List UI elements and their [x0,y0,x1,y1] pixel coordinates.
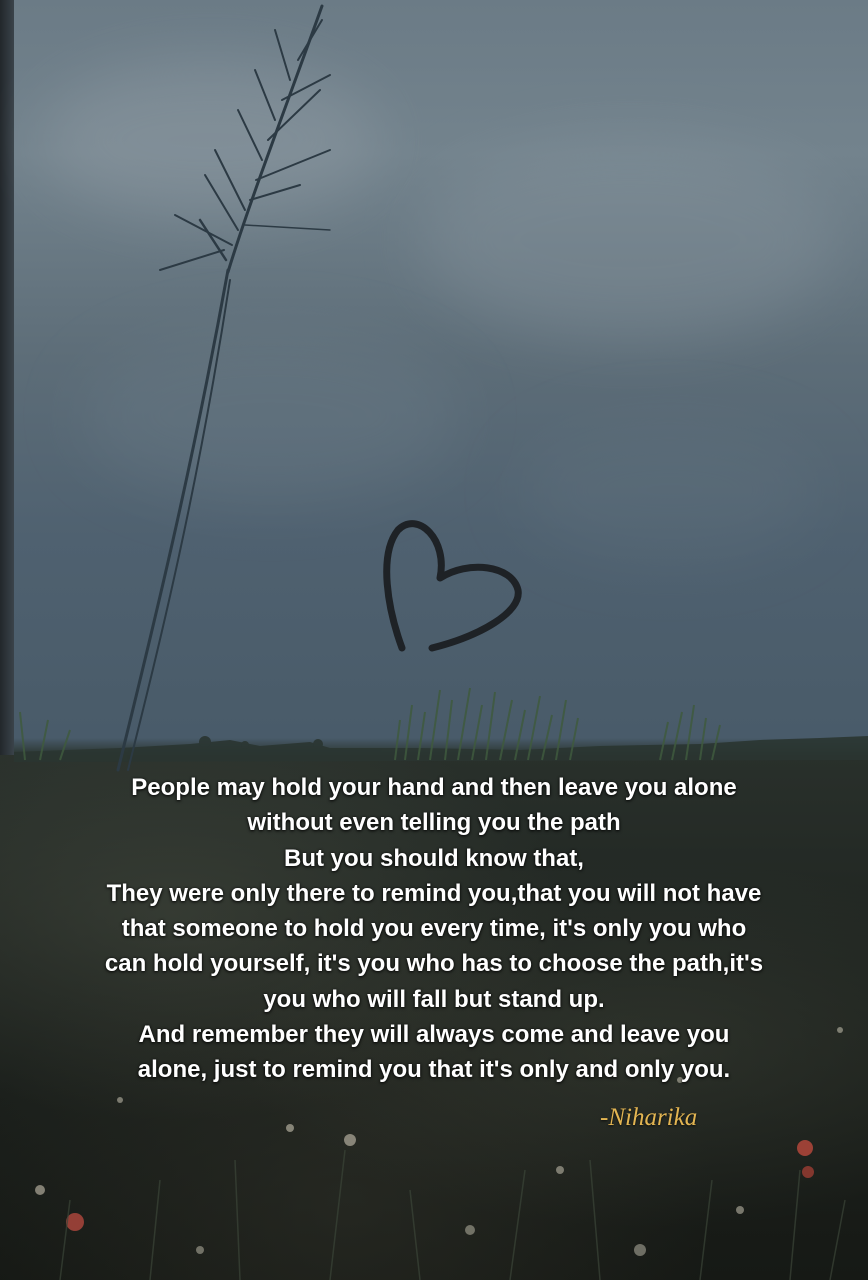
scene-artwork [14,4,868,1280]
quote-line: that someone to hold you every time, it'… [121,915,747,943]
author-signature: -Niharika [600,1104,698,1131]
quote-line: But you should know that, [284,844,584,872]
tall-grass-stalk [116,4,331,772]
quote-line: And remember they will always come and l… [138,1021,730,1049]
background-photo: People may hold your hand and then leave… [0,0,868,1280]
heart-drawing [383,520,522,652]
quote-line: People may hold your hand and then leave… [131,774,737,801]
treeline [14,736,868,762]
quote-text: People may hold your hand and then leave… [20,770,848,1088]
quote-line: alone, just to remind you that it's only… [137,1056,731,1084]
quote-line: you who will fall but stand up. [263,985,605,1013]
quote-line: without even telling you the path [247,809,621,837]
meadow-stems [59,1149,846,1280]
quote-line: can hold yourself, it's you who has to c… [104,950,764,978]
quote-line: They were only there to remind you,that … [106,879,762,907]
